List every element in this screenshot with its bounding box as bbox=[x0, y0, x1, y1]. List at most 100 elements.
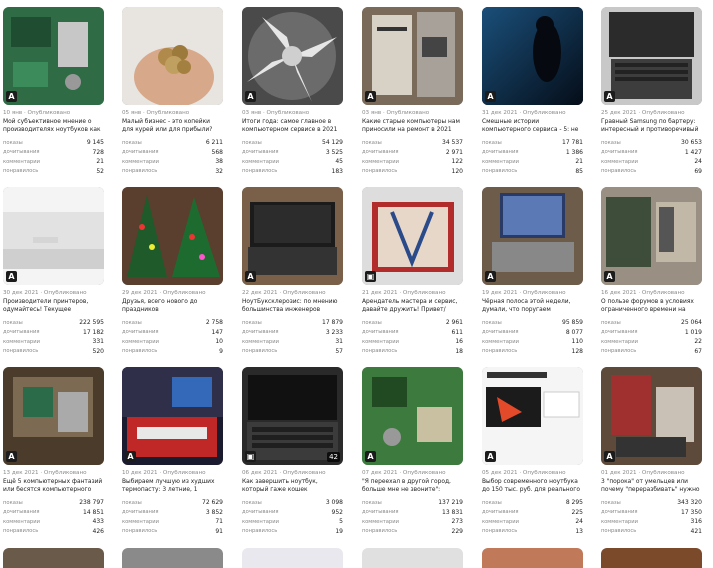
stat-value: 67 bbox=[694, 347, 702, 355]
article-title[interactable]: Чёрная полоса этой недели, думали, что п… bbox=[482, 298, 583, 314]
stat-label: показы bbox=[122, 499, 142, 506]
article-title[interactable]: Малый бизнес - это копейки для курей или… bbox=[122, 118, 223, 134]
stat-reads: дочитывания 1 427 bbox=[601, 148, 702, 158]
article-card[interactable]: 05 янв · Опубликовано Малый бизнес - это… bbox=[122, 7, 223, 176]
article-thumbnail[interactable]: A bbox=[482, 367, 583, 465]
article-thumbnail[interactable] bbox=[122, 7, 223, 105]
article-title[interactable]: Арендатель мастера и сервис, давайте дру… bbox=[362, 298, 463, 314]
stat-reads: дочитывания 13 831 bbox=[362, 508, 463, 518]
stat-label: понравилось bbox=[482, 348, 518, 355]
article-title[interactable]: Какие старые компьютеры нам приносили на… bbox=[362, 118, 463, 134]
thumbnail-image bbox=[3, 187, 104, 285]
article-title[interactable]: 3 "порока" от умельцев или почему "перер… bbox=[601, 478, 702, 494]
stat-label: дочитывания bbox=[3, 149, 40, 156]
article-card[interactable]: A 01 дек 2021 · Опубликовано 3 "порока" … bbox=[601, 367, 702, 536]
article-thumbnail[interactable]: A bbox=[482, 187, 583, 285]
article-thumbnail[interactable]: ▣ 42 bbox=[242, 367, 343, 465]
stat-comments: комментарии 122 bbox=[362, 157, 463, 167]
article-card[interactable]: ▣ 42 06 дек 2021 · Опубликовано Как завер… bbox=[242, 367, 343, 536]
article-thumbnail[interactable]: A bbox=[482, 7, 583, 105]
stat-value: 57 bbox=[335, 347, 343, 355]
article-thumbnail[interactable]: ▣ bbox=[362, 187, 463, 285]
stat-value: 22 bbox=[694, 338, 702, 346]
stat-label: показы bbox=[482, 319, 502, 326]
stat-label: дочитывания bbox=[601, 509, 638, 516]
article-card[interactable]: A 03 янв · Опубликовано Какие старые ком… bbox=[362, 7, 463, 176]
article-thumbnail[interactable] bbox=[3, 548, 104, 568]
article-thumbnail[interactable]: A bbox=[3, 187, 104, 285]
article-title[interactable]: "Я переехал в другой город, больше мне н… bbox=[362, 478, 463, 494]
stat-likes: понравилось 9 bbox=[122, 347, 223, 357]
stat-value: 31 bbox=[335, 338, 343, 346]
article-date: 10 дек 2021 · Опубликовано bbox=[122, 470, 206, 476]
article-thumbnail[interactable]: A bbox=[601, 7, 702, 105]
stat-value: 85 bbox=[575, 167, 583, 175]
stat-views: показы 343 320 bbox=[601, 498, 702, 508]
stat-value: 91 bbox=[215, 527, 223, 535]
article-card[interactable]: ▣ 21 дек 2021 · Опубликовано Арендатель … bbox=[362, 187, 463, 356]
article-thumbnail[interactable] bbox=[122, 187, 223, 285]
stat-label: понравилось bbox=[362, 528, 398, 535]
article-card[interactable]: A 10 янв · Опубликовано Мой субъективное… bbox=[3, 7, 104, 176]
article-card[interactable]: A 05 дек 2021 · Опубликовано Выбор совре… bbox=[482, 367, 583, 536]
article-card[interactable]: A 10 дек 2021 · Опубликовано Выбираем лу… bbox=[122, 367, 223, 536]
article-card[interactable]: A 07 дек 2021 · Опубликовано "Я переехал… bbox=[362, 367, 463, 536]
article-thumbnail[interactable]: A bbox=[3, 7, 104, 105]
article-thumbnail[interactable]: A bbox=[242, 187, 343, 285]
article-thumbnail[interactable] bbox=[362, 548, 463, 568]
article-title[interactable]: Производители принтеров, одумайтесь! Тек… bbox=[3, 298, 104, 314]
article-card[interactable]: A 31 дек 2021 · Опубликовано Смешные ист… bbox=[482, 7, 583, 176]
article-title[interactable]: Как завершить ноутбук, который гаже коше… bbox=[242, 478, 343, 494]
article-title[interactable]: НоутБуксклерозис: по мнению большинства … bbox=[242, 298, 343, 314]
article-title[interactable]: Друзья, всего нового до праздников bbox=[122, 298, 223, 314]
stat-likes: понравилось 52 bbox=[3, 167, 104, 177]
article-card[interactable]: A 19 дек 2021 · Опубликовано Чёрная поло… bbox=[482, 187, 583, 356]
article-thumbnail[interactable]: A bbox=[242, 7, 343, 105]
article-card[interactable]: A 03 янв · Опубликовано Итоги года: само… bbox=[242, 7, 343, 176]
article-thumbnail[interactable] bbox=[482, 548, 583, 568]
article-thumbnail[interactable]: A bbox=[601, 187, 702, 285]
article-thumbnail[interactable] bbox=[122, 548, 223, 568]
stat-label: дочитывания bbox=[482, 509, 519, 516]
thumbnail-image bbox=[122, 7, 223, 105]
article-title[interactable]: Ещё 5 компьютерных фантазий или бесятся … bbox=[3, 478, 104, 494]
article-card[interactable]: A 16 дек 2021 · Опубликовано О пользе фо… bbox=[601, 187, 702, 356]
article-thumbnail[interactable]: A bbox=[122, 367, 223, 465]
stat-value: 222 595 bbox=[79, 319, 104, 327]
article-thumbnail[interactable]: A bbox=[601, 367, 702, 465]
article-title[interactable]: О пользе форумов в условиях ограниченног… bbox=[601, 298, 702, 314]
article-stats: показы 2 961 дочитывания 611 комментарии 16… bbox=[362, 318, 463, 356]
stat-label: показы bbox=[3, 499, 23, 506]
article-card[interactable]: A 30 дек 2021 · Опубликовано Производите… bbox=[3, 187, 104, 356]
article-title[interactable]: Итоги года: самое главное в компьютерном… bbox=[242, 118, 343, 134]
article-stats: показы 137 219 дочитывания 13 831 коммента… bbox=[362, 498, 463, 536]
article-card[interactable]: A 22 дек 2021 · Опубликовано НоутБукскле… bbox=[242, 187, 343, 356]
stat-value: 147 bbox=[211, 328, 223, 336]
article-thumbnail[interactable]: A bbox=[362, 7, 463, 105]
article-card[interactable]: A 13 дек 2021 · Опубликовано Ещё 5 компь… bbox=[3, 367, 104, 536]
article-thumbnail[interactable] bbox=[601, 548, 702, 568]
article-title[interactable]: Гравный Samsung по бартеру: интересный и… bbox=[601, 118, 702, 134]
article-title[interactable]: Смешные истории компьютерного сервиса - … bbox=[482, 118, 583, 134]
article-stats: показы 25 064 дочитывания 1 019 комментари… bbox=[601, 318, 702, 356]
stat-label: комментарии bbox=[482, 158, 519, 165]
stat-value: 1 386 bbox=[565, 148, 583, 156]
stat-likes: понравилось 183 bbox=[242, 167, 343, 177]
article-stats: показы 3 098 дочитывания 952 комментарии 5 … bbox=[242, 498, 343, 536]
stat-value: 426 bbox=[92, 527, 104, 535]
article-title[interactable]: Мой субъективное мнение о производителях… bbox=[3, 118, 104, 134]
article-title[interactable]: Выбор современного ноутбука до 150 тыс. … bbox=[482, 478, 583, 494]
stat-value: 110 bbox=[571, 338, 583, 346]
article-thumbnail[interactable] bbox=[242, 548, 343, 568]
stat-comments: комментарии 273 bbox=[362, 517, 463, 527]
stat-views: показы 137 219 bbox=[362, 498, 463, 508]
article-thumbnail[interactable]: A bbox=[362, 367, 463, 465]
article-card[interactable]: A 25 дек 2021 · Опубликовано Гравный Sam… bbox=[601, 7, 702, 176]
stat-value: 229 bbox=[451, 527, 463, 535]
article-thumbnail[interactable]: A bbox=[3, 367, 104, 465]
stat-views: показы 238 797 bbox=[3, 498, 104, 508]
stat-comments: комментарии 5 bbox=[242, 517, 343, 527]
article-card[interactable]: 29 дек 2021 · Опубликовано Друзья, всего… bbox=[122, 187, 223, 356]
article-title[interactable]: Выбираем лучшую из худших термопасту: 3 … bbox=[122, 478, 223, 494]
stat-label: понравилось bbox=[122, 528, 158, 535]
